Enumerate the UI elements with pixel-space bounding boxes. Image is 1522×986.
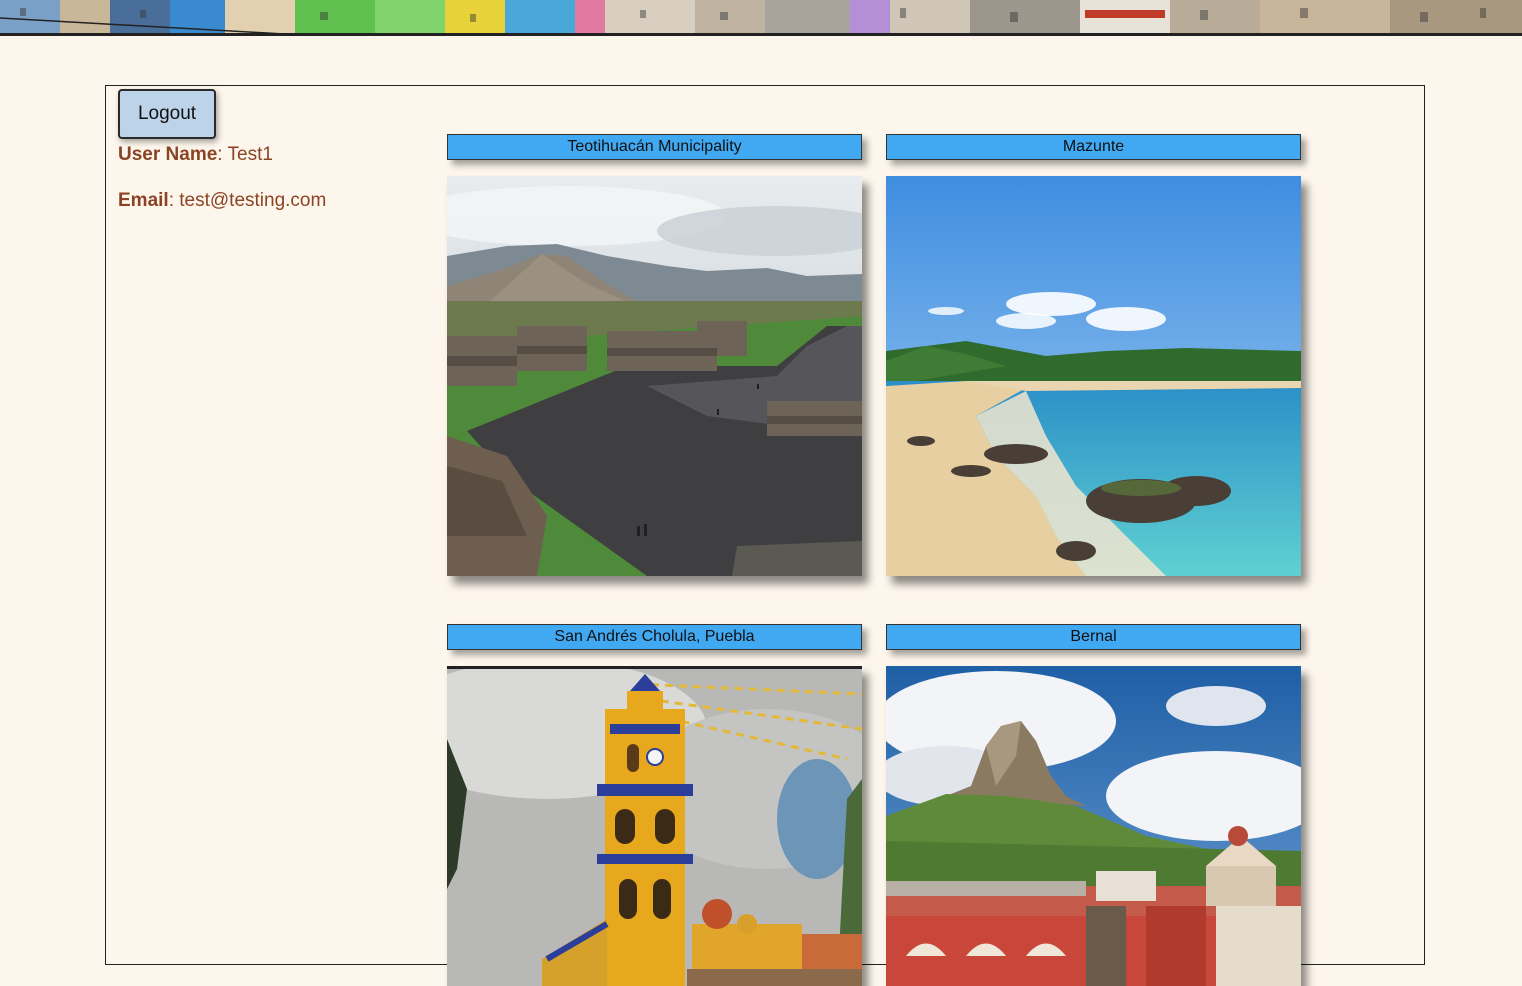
destination-card-teotihuacan[interactable]: Teotihuacán Municipality bbox=[447, 134, 862, 584]
colorful-houses-banner-image bbox=[0, 0, 1522, 33]
card-title: Mazunte bbox=[886, 134, 1301, 160]
card-title: Teotihuacán Municipality bbox=[447, 134, 862, 160]
beach-photo bbox=[886, 176, 1301, 576]
destination-card-cholula[interactable]: San Andrés Cholula, Puebla bbox=[447, 624, 862, 986]
username-value: : Test1 bbox=[217, 144, 273, 165]
destination-card-mazunte[interactable]: Mazunte bbox=[886, 134, 1301, 584]
destination-card-bernal[interactable]: Bernal bbox=[886, 624, 1301, 986]
username-line: User Name: Test1 bbox=[118, 144, 273, 166]
logout-button[interactable]: Logout bbox=[118, 89, 216, 139]
email-label: Email bbox=[118, 190, 169, 211]
card-image[interactable] bbox=[447, 176, 862, 576]
card-image[interactable] bbox=[447, 666, 862, 986]
pyramid-photo bbox=[447, 176, 862, 576]
mountain-town-photo bbox=[886, 666, 1301, 986]
card-title: Bernal bbox=[886, 624, 1301, 650]
main-panel: Logout User Name: Test1 Email: test@test… bbox=[105, 85, 1425, 986]
church-photo bbox=[447, 669, 862, 986]
card-image[interactable] bbox=[886, 666, 1301, 986]
username-label: User Name bbox=[118, 144, 218, 165]
card-image[interactable] bbox=[886, 176, 1301, 576]
email-line: Email: test@testing.com bbox=[118, 190, 326, 212]
header-banner bbox=[0, 0, 1522, 36]
card-title: San Andrés Cholula, Puebla bbox=[447, 624, 862, 650]
email-value: : test@testing.com bbox=[168, 190, 327, 211]
